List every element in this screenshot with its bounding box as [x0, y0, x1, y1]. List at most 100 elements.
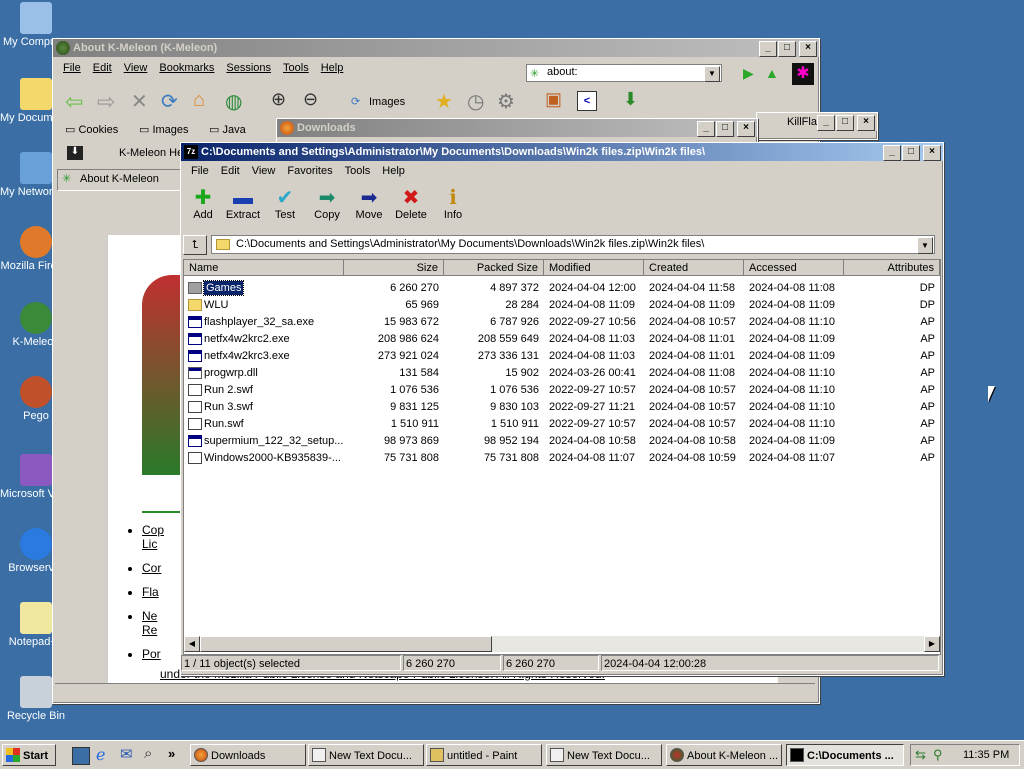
search-icon[interactable]: ⌕ — [144, 745, 152, 762]
toolbar-move-button[interactable]: ➡ Move — [349, 187, 389, 221]
scroll-left-icon[interactable]: ◀ — [184, 636, 200, 652]
close-button[interactable]: × — [857, 115, 875, 131]
toolbar-copy-button[interactable]: ➡ Copy — [307, 187, 347, 221]
page-link[interactable]: Ne — [142, 609, 164, 623]
table-row[interactable]: netfx4w2krc2.exe 208 986 624 208 559 649 20… — [184, 331, 940, 348]
maximize-button[interactable]: □ — [836, 115, 854, 131]
chevron-down-icon[interactable]: ▼ — [917, 237, 933, 254]
toolbar-test-button[interactable]: ✔ Test — [265, 187, 305, 221]
menu-edit[interactable]: Edit — [215, 165, 246, 177]
toolbar-info-button[interactable]: ℹ Info — [433, 187, 473, 221]
table-row[interactable]: Run 3.swf 9 831 125 9 830 103 2022-09-27 11… — [184, 399, 940, 416]
up-folder-icon[interactable]: ⮤ — [183, 235, 207, 255]
horizontal-scrollbar[interactable]: ◀ ▶ — [184, 636, 940, 652]
zoom-in-icon[interactable]: ⊕ — [271, 89, 286, 110]
scroll-right-icon[interactable]: ▶ — [924, 636, 940, 652]
close-button[interactable]: × — [923, 145, 941, 161]
column-header-accessed[interactable]: Accessed — [744, 260, 844, 276]
table-row[interactable]: netfx4w2krc3.exe 273 921 024 273 336 131 20… — [184, 348, 940, 365]
toolbar-extract-button[interactable]: ▬ Extract — [223, 187, 263, 221]
outlook-icon[interactable]: ✉ — [120, 745, 133, 763]
table-row[interactable]: WLU 65 969 28 284 2024-04-08 11:09 2024-04-0… — [184, 297, 940, 314]
taskbar-task[interactable]: New Text Docu... — [546, 744, 662, 766]
menu-tools[interactable]: Tools — [277, 62, 315, 74]
menu-bookmarks[interactable]: Bookmarks — [153, 62, 220, 74]
path-combobox[interactable]: C:\Documents and Settings\Administrator\… — [211, 235, 935, 254]
minimize-button[interactable]: _ — [697, 121, 715, 137]
start-button[interactable]: Start — [2, 744, 56, 766]
tab-about-kmeleon[interactable]: ✳ About K-Meleon — [57, 169, 183, 191]
table-row[interactable]: Windows2000-KB935839-... 75 731 808 75 731… — [184, 450, 940, 467]
table-row[interactable]: flashplayer_32_sa.exe 15 983 672 6 787 926… — [184, 314, 940, 331]
table-row[interactable]: progwrp.dll 131 584 15 902 2024-03-26 00:41… — [184, 365, 940, 382]
taskbar-task[interactable]: untitled - Paint — [426, 744, 542, 766]
menu-view[interactable]: View — [246, 165, 282, 177]
page-link[interactable]: Re — [142, 623, 164, 637]
source-icon[interactable]: < — [577, 91, 597, 111]
table-row[interactable]: Run.swf 1 510 911 1 510 911 2022-09-27 10:5… — [184, 416, 940, 433]
taskbar-task[interactable]: About K-Meleon ... — [666, 744, 782, 766]
bookmark-cookies[interactable]: ▭ Cookies — [65, 123, 118, 136]
address-input[interactable]: about: — [547, 66, 578, 78]
page-link[interactable]: Cop — [142, 523, 164, 537]
close-button[interactable]: × — [737, 121, 755, 137]
sound-tray-icon[interactable]: ⚲ — [933, 747, 943, 763]
maximize-button[interactable]: □ — [902, 145, 920, 161]
column-header-attributes[interactable]: Attributes — [844, 260, 940, 276]
close-button[interactable]: × — [799, 41, 817, 57]
tab-kmeleon-help[interactable]: K-Meleon He — [119, 147, 183, 159]
taskbar-task[interactable]: New Text Docu... — [308, 744, 424, 766]
toolbar-delete-button[interactable]: ✖ Delete — [391, 187, 431, 221]
globe-icon[interactable]: ◍ — [225, 89, 242, 114]
table-row[interactable]: Games 6 260 270 4 897 372 2024-04-04 12:00 2… — [184, 280, 940, 297]
address-bar[interactable]: ✳ about: ▼ — [526, 64, 722, 82]
killfla-titlebar[interactable]: KillFla _ □ × — [757, 113, 877, 131]
chevron-more-icon[interactable]: » — [168, 746, 175, 761]
minimize-button[interactable]: _ — [817, 115, 835, 131]
clock[interactable]: 11:35 PM — [963, 749, 1009, 761]
desktop-icon[interactable] — [72, 747, 90, 765]
page-icon[interactable]: ▣ — [545, 89, 562, 110]
taskbar-task[interactable]: Downloads — [190, 744, 306, 766]
up-icon[interactable]: ▲ — [765, 65, 779, 81]
column-header-modified[interactable]: Modified — [544, 260, 644, 276]
column-header-created[interactable]: Created — [644, 260, 744, 276]
column-header-packed-size[interactable]: Packed Size — [444, 260, 544, 276]
forward-icon[interactable]: ⇨ — [97, 89, 115, 115]
sevenzip-titlebar[interactable]: 7z C:\Documents and Settings\Administrat… — [181, 143, 943, 161]
menu-file[interactable]: File — [185, 165, 215, 177]
path-input[interactable]: C:\Documents and Settings\Administrator\… — [236, 238, 704, 250]
home-icon[interactable]: ⌂ — [193, 89, 205, 112]
zoom-out-icon[interactable]: ⊖ — [303, 89, 318, 110]
bookmark-images[interactable]: ▭ Images — [139, 123, 189, 136]
network-tray-icon[interactable]: ⇆ — [915, 747, 926, 763]
minimize-button[interactable]: _ — [759, 41, 777, 57]
star-icon[interactable]: ★ — [435, 89, 453, 114]
menu-help[interactable]: Help — [376, 165, 411, 177]
menu-tools[interactable]: Tools — [339, 165, 377, 177]
menu-view[interactable]: View — [118, 62, 154, 74]
toolbar-add-button[interactable]: ✚ Add — [183, 187, 223, 221]
killfla-window[interactable]: KillFla _ □ × — [756, 112, 878, 140]
page-link[interactable]: Fla — [142, 585, 164, 599]
menu-sessions[interactable]: Sessions — [220, 62, 277, 74]
table-row[interactable]: Run 2.swf 1 076 536 1 076 536 2022-09-27 10… — [184, 382, 940, 399]
page-link[interactable]: Cor — [142, 561, 164, 575]
maximize-button[interactable]: □ — [778, 41, 796, 57]
sevenzip-window[interactable]: 7z C:\Documents and Settings\Administrat… — [180, 142, 944, 676]
reload-icon[interactable]: ⟳ — [161, 89, 178, 114]
gear-icon[interactable]: ⚙ — [497, 89, 515, 114]
stop-icon[interactable]: ✕ — [131, 89, 148, 114]
menu-file[interactable]: File — [57, 62, 87, 74]
column-header-name[interactable]: Name — [184, 260, 344, 276]
downloads-titlebar[interactable]: Downloads _ □ × — [277, 119, 757, 137]
images-button[interactable]: Images — [369, 96, 405, 108]
ie-icon[interactable]: ℯ — [96, 745, 105, 765]
back-icon[interactable]: ⇦ — [65, 89, 83, 115]
table-row[interactable]: supermium_122_32_setup... 98 973 869 98 95… — [184, 433, 940, 450]
menu-favorites[interactable]: Favorites — [281, 165, 338, 177]
minimize-button[interactable]: _ — [883, 145, 901, 161]
scroll-thumb[interactable] — [200, 636, 492, 652]
kmeleon-titlebar[interactable]: About K-Meleon (K-Meleon) _ □ × — [53, 39, 819, 57]
chevron-down-icon[interactable]: ▼ — [704, 66, 720, 82]
